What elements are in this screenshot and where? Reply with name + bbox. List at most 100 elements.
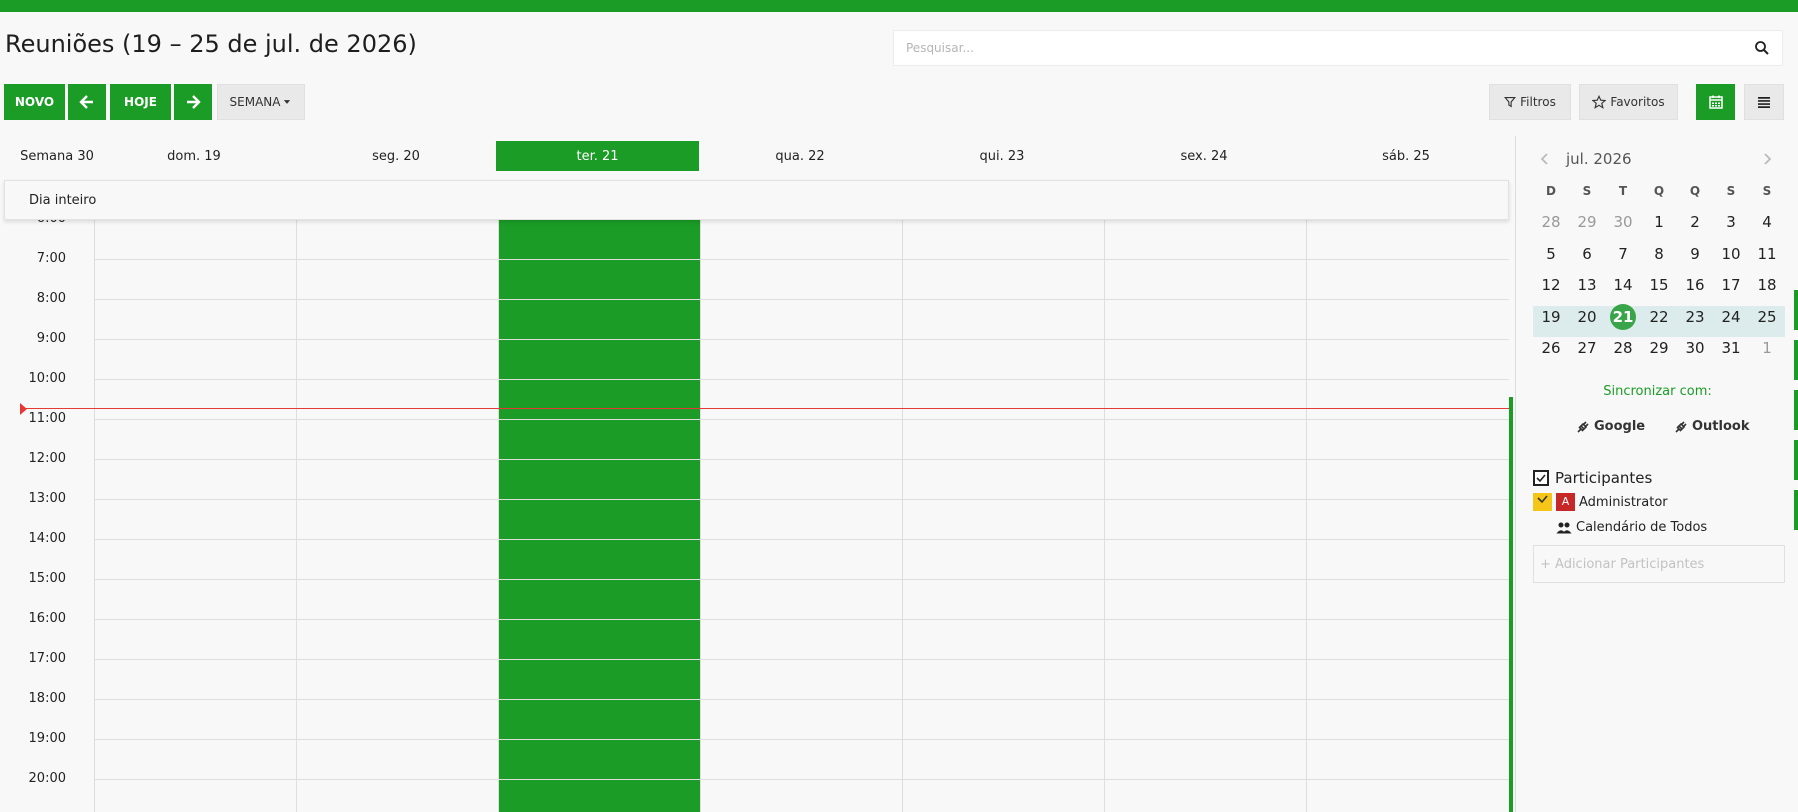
all-day-row[interactable]: Dia inteiro <box>4 180 1509 220</box>
today-button[interactable]: HOJE <box>110 84 171 120</box>
mini-calendar-day[interactable]: 25 <box>1749 302 1785 332</box>
hour-label: 18:00 <box>28 691 66 706</box>
mini-calendar-day[interactable]: 31 <box>1713 333 1749 363</box>
search-input[interactable] <box>894 31 1734 65</box>
mini-calendar-day[interactable]: 8 <box>1641 239 1677 269</box>
day-header-sat[interactable]: sáb. 25 <box>1306 141 1506 171</box>
attendees-header[interactable]: Participantes <box>1533 469 1652 487</box>
mini-calendar-day[interactable]: 29 <box>1641 333 1677 363</box>
day-column-divider <box>1306 180 1307 812</box>
next-button[interactable] <box>174 84 212 120</box>
weekday-label: Q <box>1653 184 1665 198</box>
mini-calendar-day[interactable]: 6 <box>1569 239 1605 269</box>
hour-line <box>94 579 1509 580</box>
day-header-today[interactable]: ter. 21 <box>496 141 699 171</box>
attendee-color-checkbox[interactable] <box>1533 493 1552 511</box>
check-icon <box>1536 474 1546 483</box>
hour-label: 16:00 <box>28 611 66 626</box>
new-button[interactable]: NOVO <box>4 84 65 120</box>
mini-calendar-title: jul. 2026 <box>1566 150 1632 168</box>
mini-calendar-day[interactable]: 20 <box>1569 302 1605 332</box>
day-header-wed[interactable]: qua. 22 <box>700 141 900 171</box>
attendee-row-everybody[interactable]: Calendário de Todos <box>1556 520 1707 535</box>
mini-calendar-day[interactable]: 23 <box>1677 302 1713 332</box>
mini-calendar-day[interactable]: 14 <box>1605 270 1641 300</box>
hour-line <box>94 339 1509 340</box>
mini-calendar-day[interactable]: 17 <box>1713 270 1749 300</box>
mini-calendar-day[interactable]: 2 <box>1677 207 1713 237</box>
add-attendees-field[interactable] <box>1533 545 1785 583</box>
favorites-button[interactable]: Favoritos <box>1579 84 1678 120</box>
mini-calendar-day[interactable]: 13 <box>1569 270 1605 300</box>
hour-line <box>94 539 1509 540</box>
mini-calendar-day[interactable]: 16 <box>1677 270 1713 300</box>
mini-calendar-day[interactable]: 24 <box>1713 302 1749 332</box>
chevron-right-icon[interactable] <box>1760 152 1774 166</box>
mini-calendar-day[interactable]: 4 <box>1749 207 1785 237</box>
prev-button[interactable] <box>68 84 106 120</box>
sync-outlook-button[interactable]: Outlook <box>1674 419 1749 434</box>
mini-calendar-day[interactable]: 19 <box>1533 302 1569 332</box>
mini-calendar-day[interactable]: 7 <box>1605 239 1641 269</box>
day-header-mon[interactable]: seg. 20 <box>296 141 496 171</box>
mini-calendar-day[interactable]: 18 <box>1749 270 1785 300</box>
mini-calendar-day[interactable]: 27 <box>1569 333 1605 363</box>
mini-calendar-day[interactable]: 26 <box>1533 333 1569 363</box>
hour-label: 12:00 <box>28 451 66 466</box>
current-time-line <box>22 408 1509 409</box>
attendees-checkbox[interactable] <box>1533 470 1549 486</box>
mini-calendar-day[interactable]: 12 <box>1533 270 1569 300</box>
day-column-divider <box>902 180 903 812</box>
list-icon <box>1758 97 1770 108</box>
mini-calendar-day[interactable]: 3 <box>1713 207 1749 237</box>
mini-calendar-day[interactable]: 28 <box>1605 333 1641 363</box>
mini-calendar-day[interactable]: 30 <box>1677 333 1713 363</box>
hour-label: 13:00 <box>28 491 66 506</box>
side-indicator <box>1794 340 1798 380</box>
hour-line <box>94 699 1509 700</box>
calendar-view-button[interactable] <box>1696 84 1735 120</box>
attendees-title: Participantes <box>1555 469 1653 487</box>
sync-title: Sincronizar com: <box>1603 384 1712 399</box>
weekday-label: Q <box>1689 184 1701 198</box>
mini-calendar-day[interactable]: 21 <box>1605 302 1641 332</box>
time-grid[interactable]: 6:007:008:009:0010:0011:0012:0013:0014:0… <box>0 180 1512 812</box>
mini-calendar-day[interactable]: 9 <box>1677 239 1713 269</box>
mini-calendar-day[interactable]: 5 <box>1533 239 1569 269</box>
today-column[interactable] <box>498 180 700 812</box>
sync-google-button[interactable]: Google <box>1576 419 1645 434</box>
list-view-button[interactable] <box>1744 84 1784 120</box>
mini-calendar-day[interactable]: 30 <box>1605 207 1641 237</box>
mini-calendar-day[interactable]: 11 <box>1749 239 1785 269</box>
mini-calendar-day[interactable]: 22 <box>1641 302 1677 332</box>
search-icon[interactable] <box>1754 40 1770 56</box>
mini-calendar-day[interactable]: 28 <box>1533 207 1569 237</box>
weekday-label: D <box>1546 184 1556 198</box>
mini-calendar-day[interactable]: 1 <box>1641 207 1677 237</box>
day-header-fri[interactable]: sex. 24 <box>1104 141 1304 171</box>
hour-line <box>94 499 1509 500</box>
mini-calendar-day[interactable]: 10 <box>1713 239 1749 269</box>
add-attendees-input[interactable] <box>1534 546 1774 582</box>
side-indicator <box>1794 290 1798 330</box>
top-brand-bar <box>0 0 1798 12</box>
mini-calendar-day[interactable]: 29 <box>1569 207 1605 237</box>
mini-calendar-day[interactable]: 1 <box>1749 333 1785 363</box>
avatar: A <box>1556 493 1575 511</box>
sync-google-label: Google <box>1594 419 1646 434</box>
day-header-sun[interactable]: dom. 19 <box>94 141 294 171</box>
weekday-label: S <box>1582 184 1592 198</box>
hour-line <box>94 619 1509 620</box>
scale-dropdown[interactable]: SEMANA <box>217 84 305 120</box>
day-header-thu[interactable]: qui. 23 <box>902 141 1102 171</box>
hour-label: 10:00 <box>28 371 66 386</box>
grid-scrollbar[interactable] <box>1509 397 1513 812</box>
filters-button[interactable]: Filtros <box>1489 84 1571 120</box>
mini-calendar-day[interactable]: 15 <box>1641 270 1677 300</box>
side-indicator <box>1794 440 1798 480</box>
side-indicator <box>1794 390 1798 430</box>
search-bar[interactable] <box>893 30 1783 66</box>
today-marker: 21 <box>1610 303 1636 330</box>
chevron-left-icon[interactable] <box>1538 152 1552 166</box>
attendee-row[interactable]: A Administrator <box>1533 493 1668 511</box>
